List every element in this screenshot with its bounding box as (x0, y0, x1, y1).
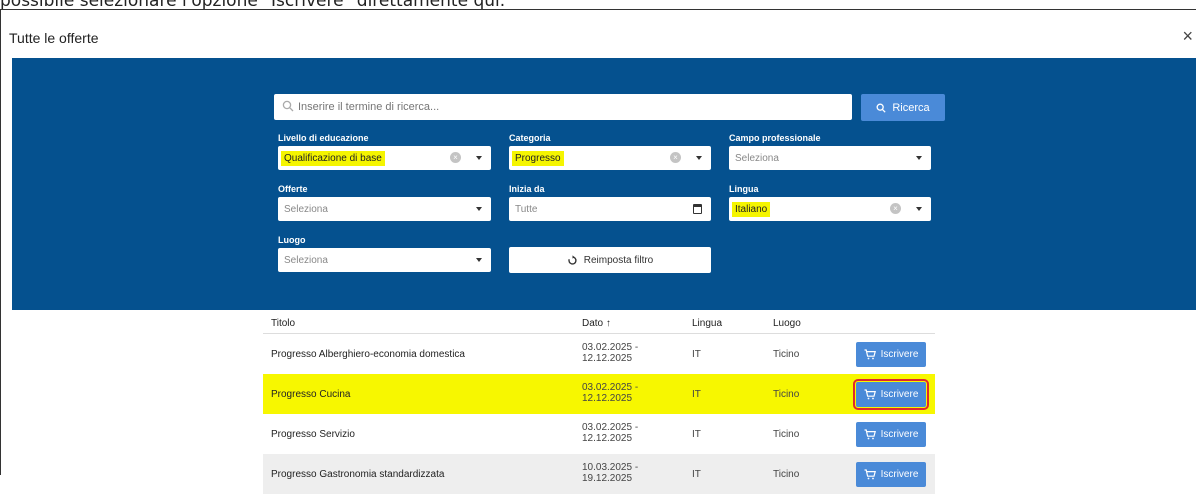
date-from: 03.02.2025 - (582, 422, 639, 433)
search-icon (876, 103, 886, 113)
start-from-input[interactable]: Tutte (509, 197, 711, 221)
reset-filter-label: Reimposta filtro (583, 254, 654, 266)
search-input[interactable] (274, 94, 852, 120)
cart-add-icon (864, 389, 876, 400)
enroll-label: Iscrivere (880, 389, 919, 400)
table-row: Progresso Alberghiero-economia domestica… (263, 334, 935, 374)
dialog-header: Tutte le offerte × (1, 10, 1196, 58)
search-button-label: Ricerca (892, 101, 930, 114)
row-title: Progresso Cucina (271, 389, 351, 400)
reset-icon (568, 254, 577, 265)
enroll-button[interactable]: Iscrivere (856, 342, 926, 367)
row-language: IT (692, 389, 701, 400)
chevron-down-icon[interactable] (696, 156, 702, 160)
search-button[interactable]: Ricerca (861, 94, 945, 121)
instruction-caption: possibile selezionare l'opzione "Iscrive… (0, 0, 1196, 9)
chevron-down-icon[interactable] (476, 258, 482, 262)
column-header-title[interactable]: Titolo (271, 318, 295, 329)
close-icon[interactable]: × (1182, 26, 1193, 47)
row-title: Progresso Alberghiero-economia domestica (271, 349, 465, 360)
clear-icon[interactable]: × (890, 203, 901, 214)
chevron-down-icon[interactable] (476, 207, 482, 211)
language-label: Lingua (729, 184, 759, 194)
professional-field-value: Seleziona (735, 152, 779, 164)
row-date: 03.02.2025 -12.12.2025 (582, 382, 642, 404)
location-value: Seleziona (284, 254, 328, 266)
search-icon (282, 100, 294, 112)
enroll-button[interactable]: Iscrivere (856, 422, 926, 447)
row-language: IT (692, 429, 701, 440)
education-level-value: Qualificazione di base (281, 150, 385, 166)
language-select[interactable]: Italiano × (729, 197, 931, 221)
date-to: 12.12.2025 (582, 393, 633, 404)
location-select[interactable]: Seleziona (278, 248, 491, 272)
date-from: 03.02.2025 - (582, 382, 639, 393)
table-row: Progresso Cucina 03.02.2025 -12.12.2025 … (263, 374, 935, 414)
table-header: Titolo Dato ↑ Lingua Luogo (263, 310, 935, 334)
enroll-label: Iscrivere (880, 349, 919, 360)
chevron-down-icon[interactable] (916, 156, 922, 160)
row-date: 10.03.2025 -19.12.2025 (582, 462, 642, 484)
column-header-date[interactable]: Dato ↑ (582, 318, 611, 329)
start-from-label: Inizia da (509, 184, 545, 194)
offers-select[interactable]: Seleziona (278, 197, 491, 221)
category-value: Progresso (512, 150, 564, 166)
row-language: IT (692, 349, 701, 360)
education-level-select[interactable]: Qualificazione di base × (278, 146, 491, 170)
language-value: Italiano (732, 201, 771, 217)
table-row: Progresso Gastronomia standardizzata 10.… (263, 454, 935, 494)
offers-label: Offerte (278, 184, 308, 194)
start-from-value: Tutte (515, 203, 538, 215)
column-header-language[interactable]: Lingua (692, 318, 722, 329)
row-location: Ticino (773, 389, 800, 400)
calendar-icon[interactable] (693, 204, 702, 214)
offers-value: Seleziona (284, 203, 328, 215)
date-from: 03.02.2025 - (582, 342, 639, 353)
category-select[interactable]: Progresso × (509, 146, 711, 170)
cart-add-icon (864, 429, 876, 440)
chevron-down-icon[interactable] (476, 156, 482, 160)
date-from: 10.03.2025 - (582, 462, 639, 473)
offers-dialog: Tutte le offerte × Ricerca Livello di ed… (0, 9, 1196, 494)
enroll-button[interactable]: Iscrivere (853, 379, 929, 410)
clear-icon[interactable]: × (450, 152, 461, 163)
column-header-location[interactable]: Luogo (773, 318, 801, 329)
category-label: Categoria (509, 133, 551, 143)
location-label: Luogo (278, 235, 306, 245)
professional-field-select[interactable]: Seleziona (729, 146, 931, 170)
row-location: Ticino (773, 349, 800, 360)
row-date: 03.02.2025 -12.12.2025 (582, 422, 642, 444)
education-level-label: Livello di educazione (278, 133, 369, 143)
date-to: 12.12.2025 (582, 433, 633, 444)
date-to: 12.12.2025 (582, 353, 633, 364)
clear-icon[interactable]: × (670, 152, 681, 163)
row-title: Progresso Servizio (271, 429, 355, 440)
dialog-title: Tutte le offerte (9, 30, 99, 46)
filter-panel: Ricerca Livello di educazione Qualificaz… (12, 58, 1196, 310)
table-row: Progresso Servizio 03.02.2025 -12.12.202… (263, 414, 935, 454)
reset-filter-button[interactable]: Reimposta filtro (509, 247, 711, 273)
cart-add-icon (864, 349, 876, 360)
enroll-label: Iscrivere (880, 429, 919, 440)
professional-field-label: Campo professionale (729, 133, 821, 143)
row-location: Ticino (773, 429, 800, 440)
chevron-down-icon[interactable] (916, 207, 922, 211)
row-date: 03.02.2025 -12.12.2025 (582, 342, 642, 364)
